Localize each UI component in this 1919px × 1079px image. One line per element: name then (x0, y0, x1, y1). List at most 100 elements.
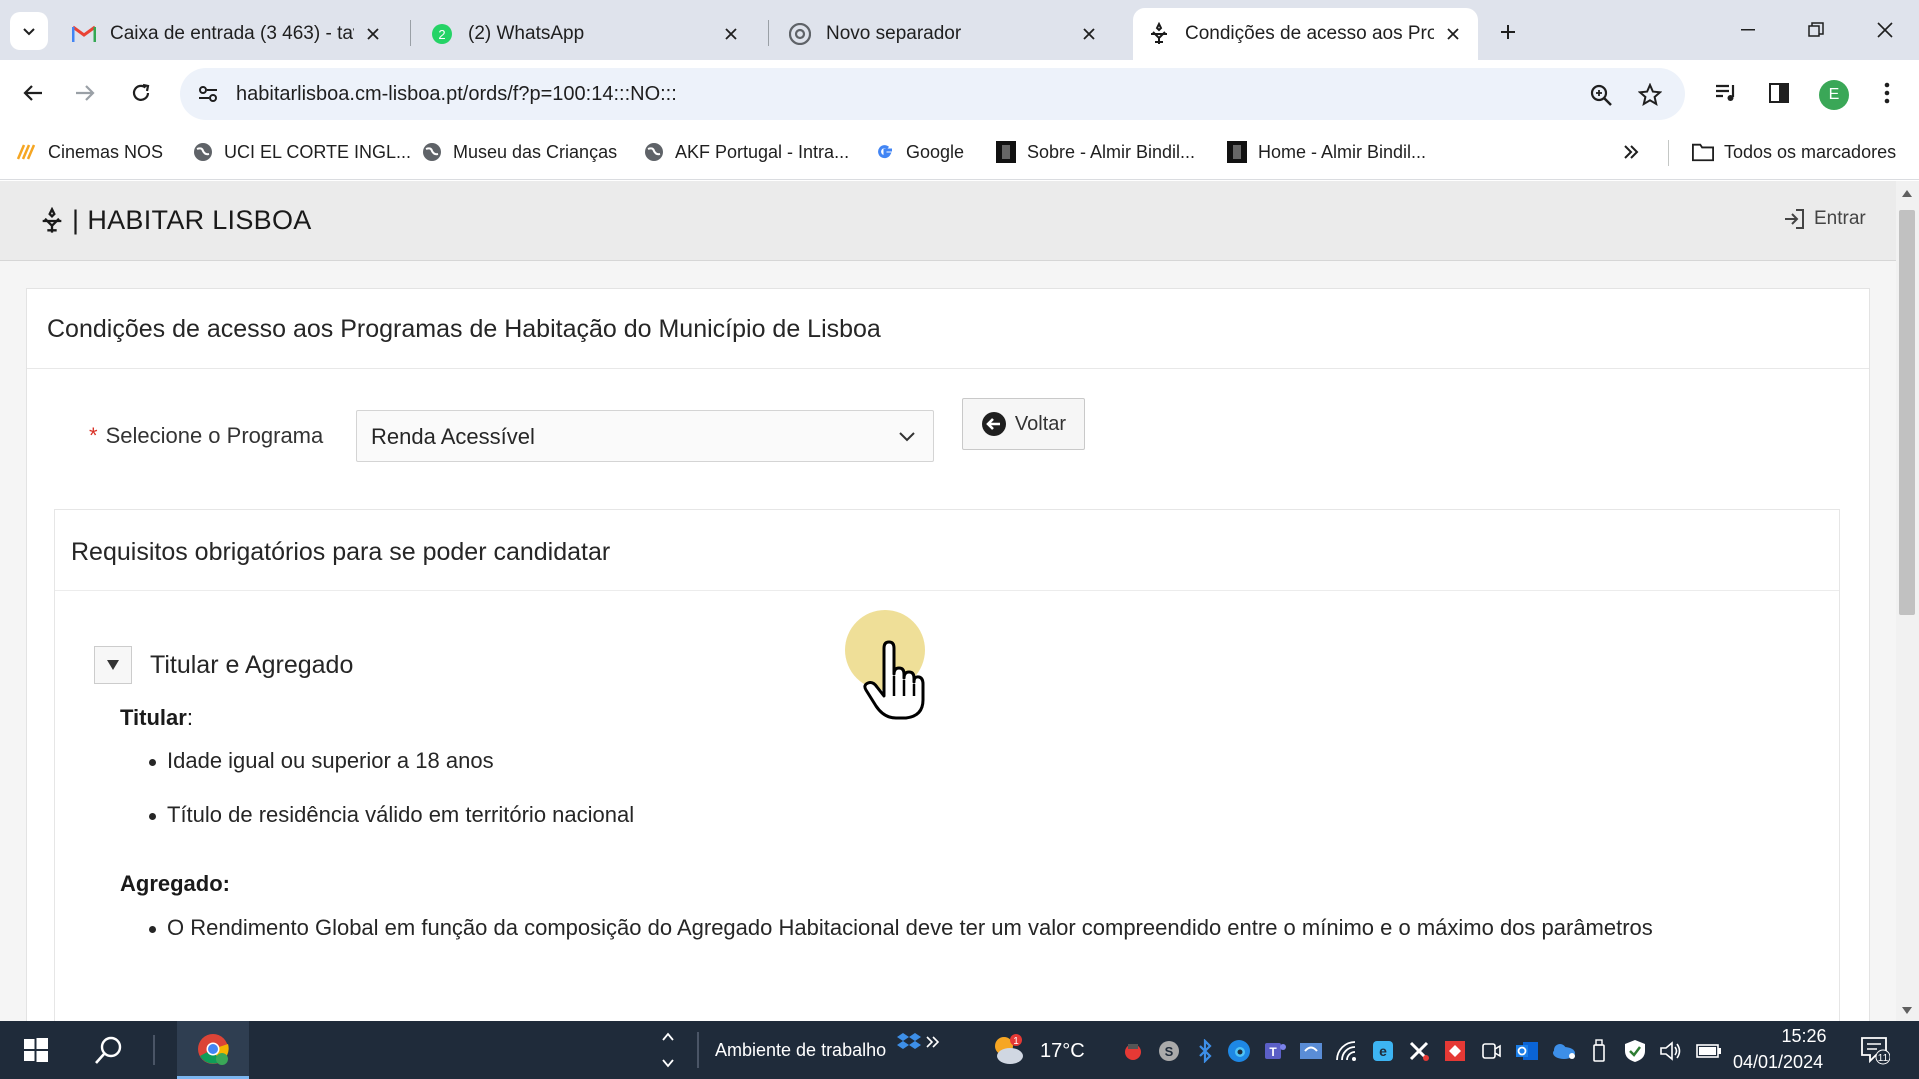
search-button[interactable] (84, 1021, 134, 1079)
usb-drive-icon[interactable] (1586, 1038, 1612, 1064)
site-logo[interactable]: | HABITAR LISBOA (38, 205, 312, 236)
tab-whatsapp[interactable]: 2 (2) WhatsApp (416, 8, 756, 60)
windows-taskbar: Ambiente de trabalho 1 17°C S T e 15:26 … (0, 1021, 1919, 1079)
tray-app-icon[interactable] (1406, 1038, 1432, 1064)
forward-button[interactable] (64, 72, 106, 114)
all-bookmarks-button[interactable]: Todos os marcadores (1692, 138, 1896, 166)
tray-app-icon[interactable] (1298, 1038, 1324, 1064)
edge-icon[interactable] (1226, 1038, 1252, 1064)
more-bookmarks-button[interactable] (1622, 138, 1640, 166)
teams-icon[interactable]: T (1262, 1038, 1288, 1064)
close-window-button[interactable] (1857, 8, 1913, 52)
back-page-button[interactable]: Voltar (962, 398, 1085, 450)
list-item: Título de residência válido em territóri… (148, 802, 635, 827)
login-link[interactable]: Entrar (1782, 207, 1866, 231)
clock-date[interactable]: 04/01/2024 (1733, 1052, 1823, 1073)
reload-button[interactable] (120, 72, 162, 114)
bookmark-sobre-almir[interactable]: Sobre - Almir Bindil... (995, 138, 1195, 166)
url-text[interactable]: habitarlisboa.cm-lisboa.pt/ords/f?p=100:… (236, 83, 677, 106)
close-icon[interactable] (1078, 23, 1100, 45)
close-icon (1877, 22, 1893, 38)
divider (27, 368, 1869, 369)
arrow-left-icon (23, 85, 42, 101)
bookmark-cinemas-nos[interactable]: Cinemas NOS (16, 138, 163, 166)
notifications-icon[interactable]: 11 (1858, 1033, 1892, 1067)
profile-avatar[interactable]: E (1819, 80, 1849, 110)
outlook-icon[interactable] (1514, 1038, 1540, 1064)
program-label-text: Selecione o Programa (105, 423, 324, 448)
bookmark-label: UCI EL CORTE INGL... (224, 141, 412, 162)
desktop-toolbar-label[interactable]: Ambiente de trabalho (715, 1040, 886, 1061)
tray-app-icon[interactable] (1120, 1038, 1146, 1064)
globe-icon (643, 141, 665, 163)
side-panel-icon[interactable] (1760, 74, 1798, 112)
double-chevron-right-icon (1624, 145, 1639, 159)
site-settings-icon[interactable] (194, 80, 222, 108)
tab-new-tab[interactable]: Novo separador (774, 8, 1114, 60)
tab-gmail[interactable]: Caixa de entrada (3 463) - tavar (58, 8, 398, 60)
onedrive-icon[interactable] (1550, 1038, 1576, 1064)
bookmark-museu[interactable]: Museu das Crianças (421, 138, 617, 166)
chevron-right-icon[interactable] (920, 1029, 946, 1055)
camera-icon[interactable] (1478, 1038, 1504, 1064)
tab-title: Caixa de entrada (3 463) - tavar (110, 23, 354, 44)
minimize-icon (1741, 29, 1755, 31)
program-select[interactable]: Renda Acessível (356, 410, 934, 462)
weather-icon[interactable]: 1 (990, 1032, 1026, 1068)
menu-dots-icon[interactable] (1868, 74, 1906, 112)
start-button[interactable] (14, 1021, 58, 1079)
zoom-icon[interactable] (1586, 80, 1616, 110)
temperature-label[interactable]: 17°C (1040, 1040, 1085, 1063)
scroll-down-icon[interactable] (1900, 1004, 1914, 1018)
bookmark-label: Todos os marcadores (1724, 141, 1897, 162)
scrollbar-thumb[interactable] (1899, 210, 1915, 615)
bluetooth-icon[interactable] (1192, 1038, 1218, 1064)
scroll-up-icon[interactable] (1900, 186, 1914, 200)
program-label: * Selecione o Programa (89, 423, 323, 449)
minimize-button[interactable] (1720, 8, 1776, 52)
reload-icon (132, 83, 150, 101)
taskbar-scroll-control[interactable] (656, 1021, 680, 1079)
arrow-right-icon (76, 85, 95, 101)
close-icon[interactable] (362, 23, 384, 45)
bookmark-label: Museu das Crianças (453, 141, 618, 162)
back-button[interactable] (12, 72, 54, 114)
chrome-taskbar-button[interactable] (177, 1021, 249, 1079)
bookmark-home-almir[interactable]: Home - Almir Bindil... (1226, 138, 1426, 166)
edge-icon[interactable]: e (1370, 1038, 1396, 1064)
new-tab-button[interactable] (1490, 14, 1526, 50)
chrome-icon (198, 1033, 229, 1065)
bookmark-google[interactable]: Google (874, 138, 964, 166)
required-marker: * (89, 423, 98, 448)
clock-time[interactable]: 15:26 (1762, 1026, 1846, 1047)
media-controls-icon[interactable] (1707, 74, 1745, 112)
search-icon (95, 1036, 122, 1064)
section-toggle-button[interactable] (94, 646, 132, 684)
close-icon[interactable] (1442, 23, 1464, 45)
anydesk-icon[interactable] (1442, 1038, 1468, 1064)
folder-icon (1692, 141, 1714, 163)
close-icon[interactable] (720, 23, 742, 45)
network-icon[interactable] (1334, 1038, 1360, 1064)
globe-icon (421, 141, 443, 163)
svg-text:11: 11 (1878, 1053, 1889, 1064)
svg-text:2: 2 (438, 27, 445, 42)
address-bar[interactable]: habitarlisboa.cm-lisboa.pt/ords/f?p=100:… (180, 68, 1685, 120)
sign-in-icon (1782, 207, 1806, 231)
bookmark-star-icon[interactable] (1635, 80, 1665, 110)
restore-button[interactable] (1788, 8, 1844, 52)
tab-search-button[interactable] (10, 12, 48, 50)
dropbox-icon[interactable] (896, 1029, 922, 1055)
volume-icon[interactable] (1658, 1038, 1684, 1064)
bookmark-akf[interactable]: AKF Portugal - Intra... (643, 138, 849, 166)
security-shield-icon[interactable] (1622, 1038, 1648, 1064)
bookmark-label: Home - Almir Bindil... (1258, 141, 1427, 162)
bookmark-uci[interactable]: UCI EL CORTE INGL... (192, 138, 411, 166)
requirements-panel: Requisitos obrigatórios para se poder ca… (54, 509, 1840, 1021)
tab-habitar-lisboa[interactable]: Condições de acesso aos Progr (1133, 8, 1478, 60)
taskbar-separator (153, 1035, 155, 1065)
skype-icon[interactable]: S (1156, 1038, 1182, 1064)
program-select-value: Renda Acessível (371, 424, 535, 449)
battery-icon[interactable] (1696, 1038, 1722, 1064)
site-thumbnail-icon (995, 141, 1017, 163)
